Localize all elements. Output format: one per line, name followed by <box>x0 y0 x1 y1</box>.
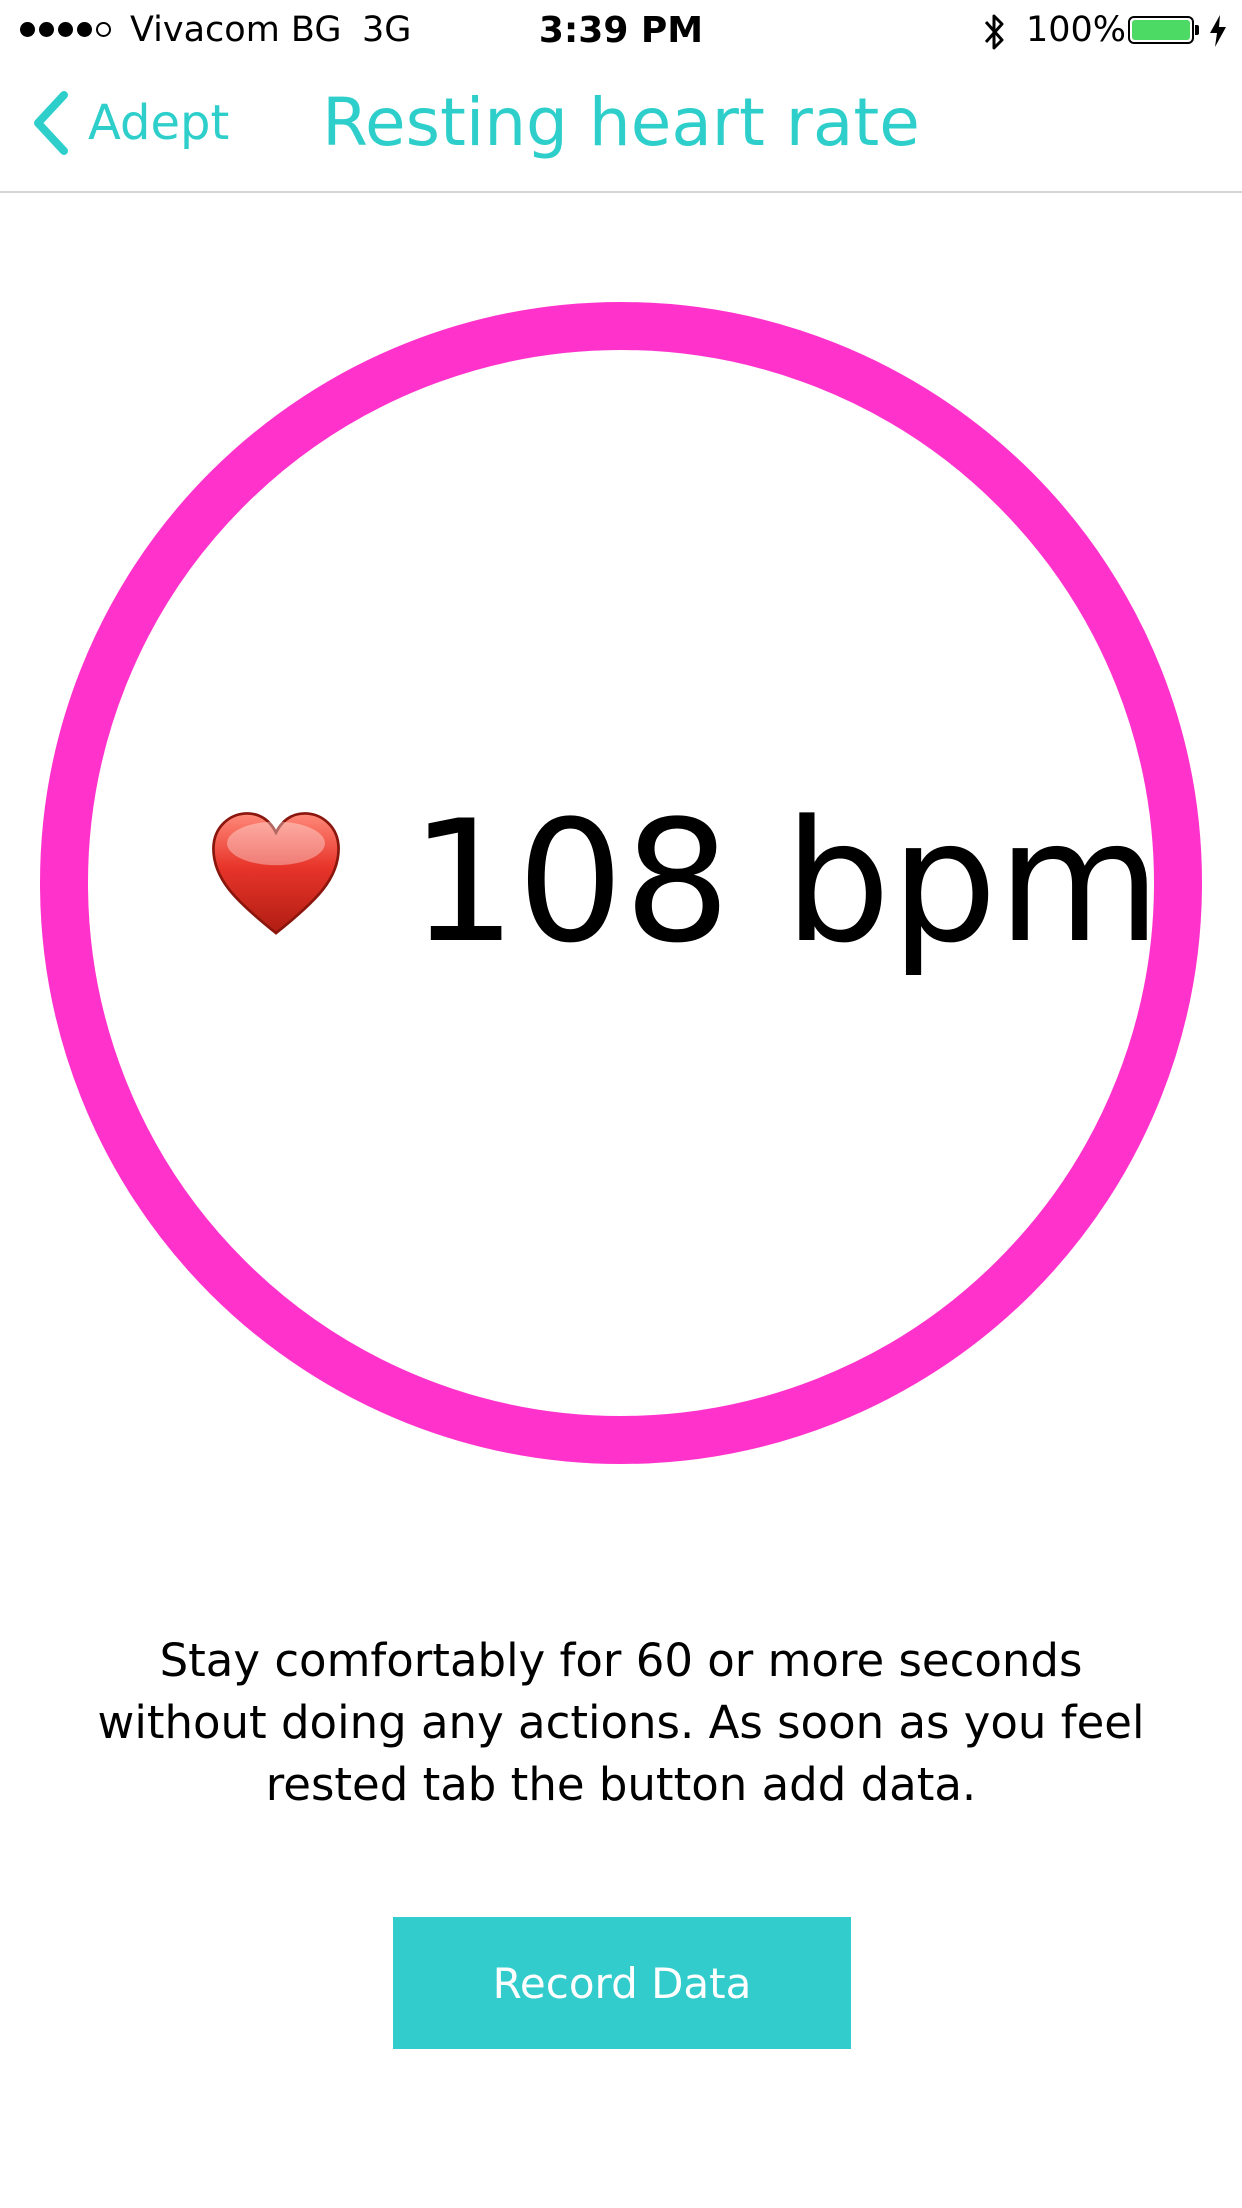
battery-percent: 100% <box>1026 10 1127 50</box>
status-bar: Vivacom BG 3G 3:39 PM 100% <box>0 0 1242 60</box>
battery-icon <box>1128 16 1194 44</box>
bluetooth-icon <box>984 14 1004 50</box>
battery-nub <box>1195 25 1199 35</box>
heart-icon <box>212 812 340 935</box>
bpm-readout: 108 bpm <box>410 784 1161 980</box>
navigation-bar: Adept Resting heart rate <box>0 60 1242 193</box>
record-data-button[interactable]: Record Data <box>393 1917 851 2049</box>
page-title: Resting heart rate <box>322 84 920 161</box>
bolt-icon <box>1210 15 1226 47</box>
instructions-text: Stay comfortably for 60 or more seconds … <box>97 1634 1145 1811</box>
